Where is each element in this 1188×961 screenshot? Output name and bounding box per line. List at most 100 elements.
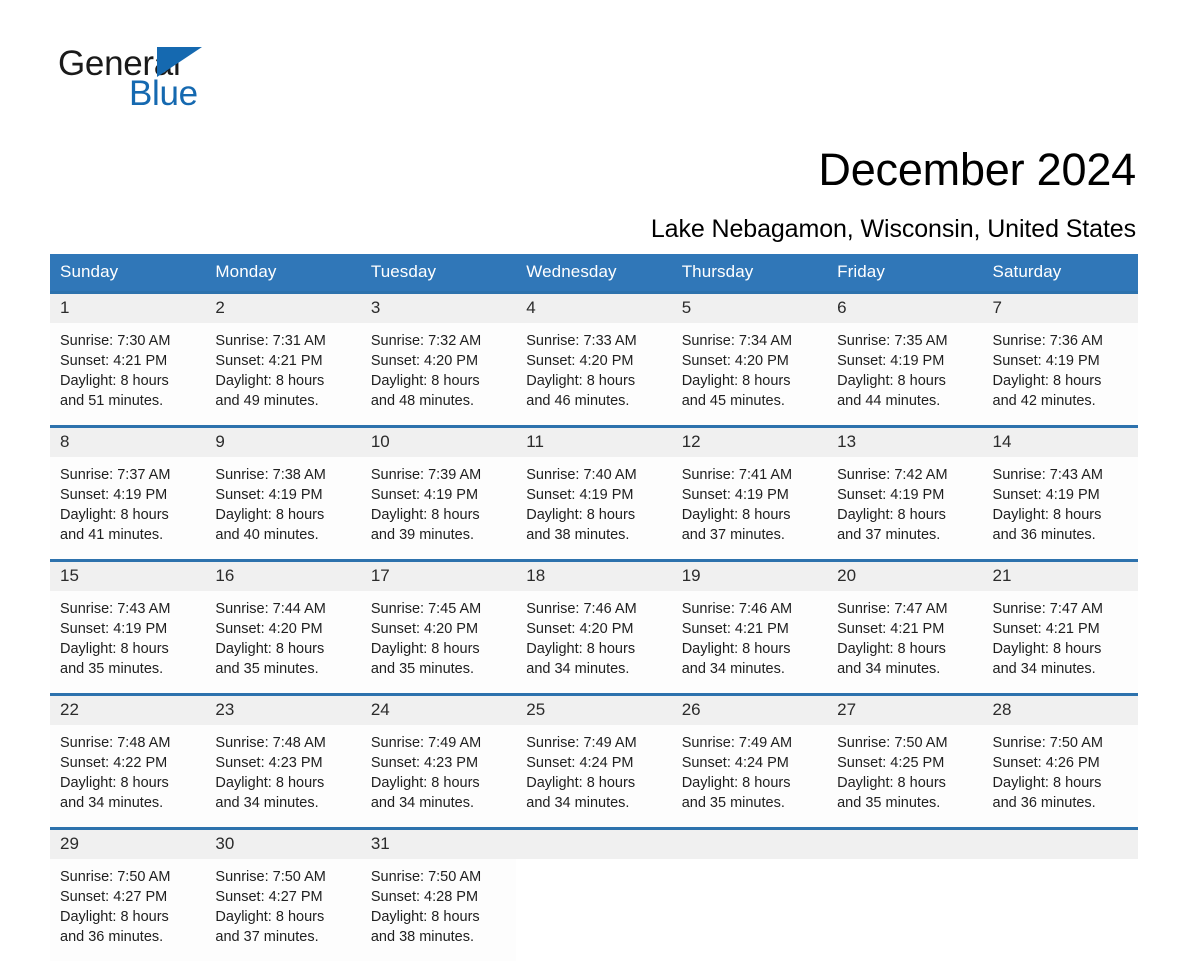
daylight-1-text: Daylight: 8 hours xyxy=(215,641,325,657)
day-cell[interactable]: Sunrise: 7:37 AM Sunset: 4:19 PM Daylight:… xyxy=(50,457,206,559)
sunrise-text: Sunrise: 7:38 AM xyxy=(215,467,326,483)
day-number-row: 1234567 xyxy=(50,294,1138,323)
sunset-text: Sunset: 4:24 PM xyxy=(681,755,789,771)
day-cell[interactable]: Sunrise: 7:36 AM Sunset: 4:19 PM Daylight:… xyxy=(982,323,1138,425)
daylight-1-text: Daylight: 8 hours xyxy=(681,641,791,657)
day-number-cell[interactable]: 10 xyxy=(360,428,517,457)
calendar-header: Sunday Monday Tuesday Wednesday Thursday… xyxy=(50,254,1138,291)
sunset-text: Sunset: 4:19 PM xyxy=(526,487,634,503)
daylight-2-text: and 41 minutes. xyxy=(60,527,164,543)
daylight-2-text: and 38 minutes. xyxy=(370,929,475,945)
day-number-cell[interactable]: 22 xyxy=(50,696,206,725)
day-number-cell[interactable]: 3 xyxy=(360,294,517,323)
general-blue-logo[interactable]: General Blue xyxy=(58,44,358,114)
day-number-cell[interactable]: 31 xyxy=(360,830,517,859)
day-cell[interactable]: Sunrise: 7:45 AM Sunset: 4:20 PM Daylight:… xyxy=(360,591,517,693)
column-header-sunday: Sunday xyxy=(50,254,206,291)
day-cell[interactable]: Sunrise: 7:38 AM Sunset: 4:19 PM Daylight:… xyxy=(205,457,361,559)
sunrise-text: Sunrise: 7:39 AM xyxy=(370,467,482,483)
day-cell[interactable]: Sunrise: 7:34 AM Sunset: 4:20 PM Daylight:… xyxy=(671,323,828,425)
day-cell[interactable]: Sunrise: 7:33 AM Sunset: 4:20 PM Daylight:… xyxy=(516,323,672,425)
day-number-cell[interactable]: 13 xyxy=(827,428,983,457)
day-cell[interactable]: Sunrise: 7:44 AM Sunset: 4:20 PM Daylight:… xyxy=(205,591,361,693)
day-number-cell[interactable]: 19 xyxy=(671,562,828,591)
sunset-text: Sunset: 4:23 PM xyxy=(370,755,479,771)
day-number-cell[interactable]: 21 xyxy=(982,562,1138,591)
day-cell[interactable]: Sunrise: 7:47 AM Sunset: 4:21 PM Daylight:… xyxy=(982,591,1138,693)
daylight-2-text: and 45 minutes. xyxy=(681,393,785,409)
title-block: December 2024 Lake Nebagamon, Wisconsin,… xyxy=(50,110,1138,254)
daylight-1-text: Daylight: 8 hours xyxy=(370,507,480,523)
day-number-cell[interactable]: 16 xyxy=(205,562,361,591)
sunrise-text: Sunrise: 7:50 AM xyxy=(370,869,482,885)
sunrise-text: Sunrise: 7:34 AM xyxy=(681,333,793,349)
day-cell[interactable]: Sunrise: 7:50 AM Sunset: 4:28 PM Daylight:… xyxy=(360,859,517,961)
day-cell[interactable]: Sunrise: 7:31 AM Sunset: 4:21 PM Daylight:… xyxy=(205,323,361,425)
day-number-cell[interactable]: 29 xyxy=(50,830,206,859)
day-number-cell[interactable]: 14 xyxy=(982,428,1138,457)
day-number-row: 29 30 31 xyxy=(50,830,1138,859)
day-number-cell[interactable]: 28 xyxy=(982,696,1138,725)
sunrise-text: Sunrise: 7:47 AM xyxy=(992,601,1103,617)
day-cell[interactable]: Sunrise: 7:50 AM Sunset: 4:25 PM Daylight:… xyxy=(827,725,983,827)
day-cell[interactable]: Sunrise: 7:46 AM Sunset: 4:20 PM Daylight:… xyxy=(516,591,672,693)
day-cell[interactable]: Sunrise: 7:49 AM Sunset: 4:24 PM Daylight:… xyxy=(516,725,672,827)
day-cell[interactable]: Sunrise: 7:47 AM Sunset: 4:21 PM Daylight:… xyxy=(827,591,983,693)
day-number-cell[interactable]: 25 xyxy=(516,696,672,725)
sunset-text: Sunset: 4:21 PM xyxy=(992,621,1100,637)
day-cell[interactable]: Sunrise: 7:43 AM Sunset: 4:19 PM Daylight:… xyxy=(982,457,1138,559)
day-number-cell[interactable]: 12 xyxy=(671,428,828,457)
sunset-text: Sunset: 4:20 PM xyxy=(526,353,634,369)
daylight-2-text: and 39 minutes. xyxy=(370,527,475,543)
sunset-text: Sunset: 4:19 PM xyxy=(837,487,945,503)
day-cell[interactable]: Sunrise: 7:50 AM Sunset: 4:27 PM Daylight:… xyxy=(50,859,206,961)
day-cell[interactable]: Sunrise: 7:39 AM Sunset: 4:19 PM Daylight:… xyxy=(360,457,517,559)
day-number-cell[interactable]: 7 xyxy=(982,294,1138,323)
day-cell[interactable]: Sunrise: 7:35 AM Sunset: 4:19 PM Daylight:… xyxy=(827,323,983,425)
day-cell[interactable]: Sunrise: 7:30 AM Sunset: 4:21 PM Daylight:… xyxy=(50,323,206,425)
day-number-cell[interactable]: 11 xyxy=(516,428,672,457)
day-number-cell[interactable]: 15 xyxy=(50,562,206,591)
day-cell[interactable]: Sunrise: 7:48 AM Sunset: 4:22 PM Daylight:… xyxy=(50,725,206,827)
day-cell[interactable]: Sunrise: 7:40 AM Sunset: 4:19 PM Daylight:… xyxy=(516,457,672,559)
day-number-cell[interactable]: 8 xyxy=(50,428,206,457)
day-cell[interactable]: Sunrise: 7:43 AM Sunset: 4:19 PM Daylight:… xyxy=(50,591,206,693)
daylight-2-text: and 46 minutes. xyxy=(526,393,630,409)
day-number-cell[interactable]: 26 xyxy=(671,696,828,725)
column-header-wednesday: Wednesday xyxy=(516,254,672,291)
day-number-cell[interactable]: 9 xyxy=(205,428,361,457)
day-cell[interactable]: Sunrise: 7:50 AM Sunset: 4:27 PM Daylight:… xyxy=(205,859,361,961)
day-cell[interactable]: Sunrise: 7:41 AM Sunset: 4:19 PM Daylight:… xyxy=(671,457,828,559)
day-cell-empty xyxy=(671,859,828,961)
day-number-cell[interactable]: 30 xyxy=(205,830,361,859)
daylight-1-text: Daylight: 8 hours xyxy=(526,641,636,657)
day-cell[interactable]: Sunrise: 7:46 AM Sunset: 4:21 PM Daylight:… xyxy=(671,591,828,693)
day-cell[interactable]: Sunrise: 7:32 AM Sunset: 4:20 PM Daylight:… xyxy=(360,323,517,425)
day-number-cell[interactable]: 27 xyxy=(827,696,983,725)
day-number-cell[interactable]: 18 xyxy=(516,562,672,591)
daylight-1-text: Daylight: 8 hours xyxy=(370,373,480,389)
day-cell[interactable]: Sunrise: 7:42 AM Sunset: 4:19 PM Daylight:… xyxy=(827,457,983,559)
day-number-cell[interactable]: 17 xyxy=(360,562,517,591)
daylight-2-text: and 34 minutes. xyxy=(681,661,785,677)
day-number-cell[interactable]: 23 xyxy=(205,696,361,725)
day-cell[interactable]: Sunrise: 7:48 AM Sunset: 4:23 PM Daylight:… xyxy=(205,725,361,827)
day-number-cell[interactable]: 24 xyxy=(360,696,517,725)
day-cell[interactable]: Sunrise: 7:49 AM Sunset: 4:23 PM Daylight:… xyxy=(360,725,517,827)
day-number-cell[interactable]: 20 xyxy=(827,562,983,591)
day-number-cell[interactable]: 1 xyxy=(50,294,206,323)
day-cell[interactable]: Sunrise: 7:50 AM Sunset: 4:26 PM Daylight:… xyxy=(982,725,1138,827)
daylight-2-text: and 34 minutes. xyxy=(526,795,630,811)
day-number-cell[interactable]: 4 xyxy=(516,294,672,323)
sunset-text: Sunset: 4:21 PM xyxy=(215,353,323,369)
day-number-cell[interactable]: 2 xyxy=(205,294,361,323)
daylight-2-text: and 34 minutes. xyxy=(215,795,319,811)
sunrise-text: Sunrise: 7:50 AM xyxy=(992,735,1103,751)
day-cell[interactable]: Sunrise: 7:49 AM Sunset: 4:24 PM Daylight:… xyxy=(671,725,828,827)
sunrise-text: Sunrise: 7:50 AM xyxy=(60,869,171,885)
daylight-1-text: Daylight: 8 hours xyxy=(60,507,169,523)
day-number-cell[interactable]: 5 xyxy=(671,294,828,323)
daylight-1-text: Daylight: 8 hours xyxy=(60,641,169,657)
sunset-text: Sunset: 4:25 PM xyxy=(837,755,945,771)
day-number-cell[interactable]: 6 xyxy=(827,294,983,323)
